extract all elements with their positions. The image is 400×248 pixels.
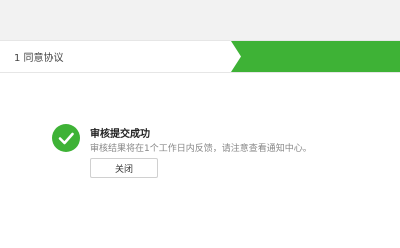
steps-progress-bar: 1 同意协议 <box>0 40 400 73</box>
success-result-panel: 审核提交成功 审核结果将在1个工作日内反馈，请注意查看通知中心。 关闭 <box>52 122 382 184</box>
result-title: 审核提交成功 <box>90 129 150 140</box>
result-description: 审核结果将在1个工作日内反馈，请注意查看通知中心。 <box>90 144 312 154</box>
step-active-indicator <box>231 41 400 72</box>
step-agree-protocol: 1 同意协议 <box>0 41 236 72</box>
check-circle-icon <box>52 124 80 152</box>
close-button[interactable]: 关闭 <box>90 158 158 178</box>
step-1-label: 1 同意协议 <box>14 53 64 64</box>
top-band <box>0 0 400 40</box>
